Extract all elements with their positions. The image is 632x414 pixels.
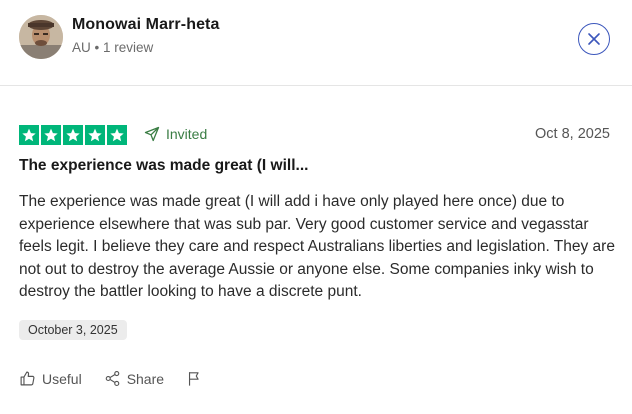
- useful-button[interactable]: Useful: [19, 370, 82, 387]
- star-icon: [63, 125, 83, 145]
- star-icon: [19, 125, 39, 145]
- share-icon: [105, 370, 119, 387]
- review-title[interactable]: The experience was made great (I will...: [19, 157, 308, 175]
- share-label: Share: [126, 370, 165, 387]
- close-icon: [588, 33, 600, 45]
- review-date: Oct 8, 2025: [535, 126, 610, 142]
- invited-label[interactable]: Invited: [144, 126, 207, 142]
- reviewer-header: Monowai Marr-heta AU • 1 review: [0, 0, 632, 86]
- close-button[interactable]: [578, 23, 610, 55]
- star-icon: [107, 125, 127, 145]
- report-button[interactable]: [186, 370, 203, 387]
- invited-text: Invited: [166, 126, 208, 142]
- useful-label: Useful: [42, 370, 82, 387]
- reviewer-meta: AU • 1 review: [72, 40, 154, 55]
- avatar-photo: [19, 15, 63, 59]
- flag-icon: [189, 372, 199, 386]
- review-actions: Useful Share: [19, 370, 225, 387]
- star-icon: [85, 125, 105, 145]
- share-button[interactable]: Share: [104, 370, 164, 387]
- avatar[interactable]: [19, 15, 63, 59]
- star-icon: [41, 125, 61, 145]
- thumbs-up-icon: [20, 371, 35, 386]
- star-rating: [19, 125, 127, 145]
- experience-date-badge: October 3, 2025: [19, 320, 127, 340]
- review-body: The experience was made great (I will ad…: [19, 193, 615, 300]
- reviewer-name[interactable]: Monowai Marr-heta: [72, 16, 220, 34]
- invited-arrow-icon: [144, 126, 160, 142]
